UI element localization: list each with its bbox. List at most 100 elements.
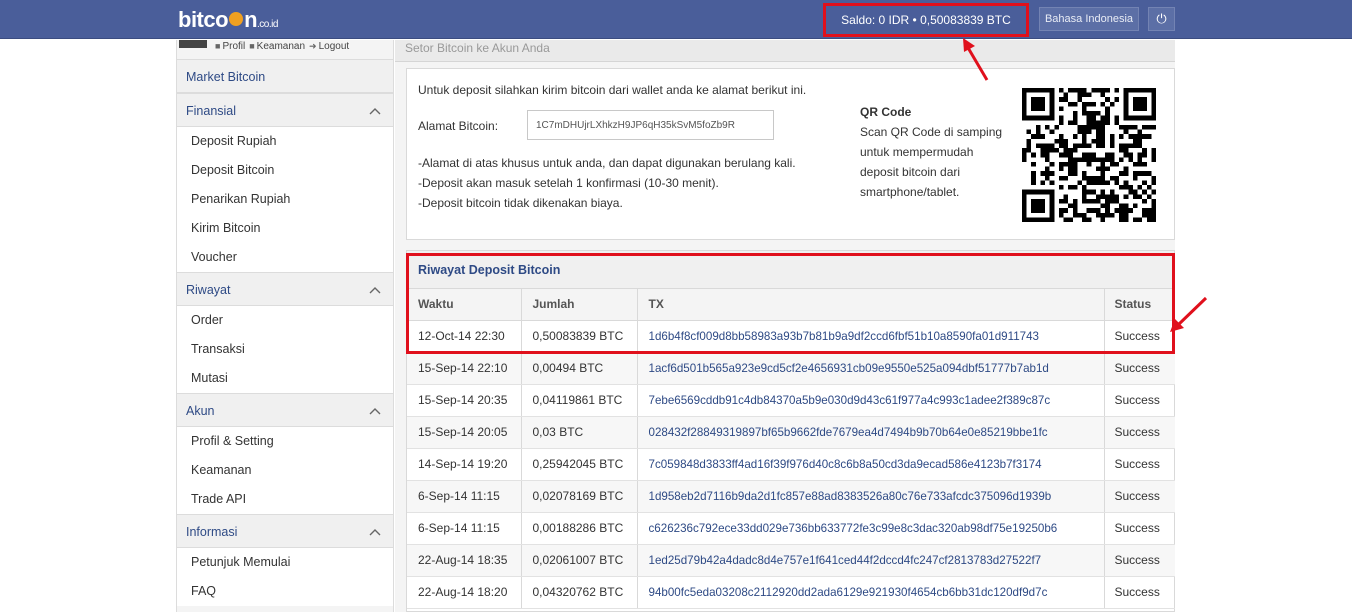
sidebar-section-finansial[interactable]: Finansial — [177, 93, 393, 127]
col-waktu[interactable]: Waktu — [407, 289, 522, 321]
cell-status: Success — [1104, 416, 1175, 449]
sidebar-item[interactable]: Deposit Rupiah — [177, 127, 393, 156]
deposit-history-panel: Riwayat Deposit Bitcoin Waktu Jumlah TX … — [406, 250, 1175, 612]
sidebar-item[interactable]: Voucher — [177, 243, 393, 272]
logo-text-end: n — [244, 7, 258, 32]
sidebar-list: Petunjuk Memulai FAQ — [177, 548, 393, 606]
cell-status: Success — [1104, 448, 1175, 481]
chevron-up-icon[interactable] — [369, 273, 381, 307]
col-status[interactable]: Status — [1104, 289, 1175, 321]
cell-tx[interactable]: c626236c792ece33dd029e736bb633772fe3c99e… — [637, 512, 1105, 545]
sidebar-section-informasi[interactable]: Informasi — [177, 514, 393, 548]
sidebar-section-label: Riwayat — [186, 283, 231, 297]
top-navbar: bitco n.co.id Saldo: 0 IDR • 0,50083839 B… — [0, 0, 1352, 39]
note-1: -Alamat di atas khusus untuk anda, dan d… — [418, 156, 796, 170]
sidebar-market-bitcoin[interactable]: Market Bitcoin — [177, 59, 393, 93]
cell-jumlah: 0,00188286 BTC — [521, 512, 638, 545]
table-row: 15-Sep-14 22:10 0,00494 BTC 1acf6d501b565a… — [407, 352, 1175, 385]
logout-link[interactable]: Logout — [319, 41, 350, 52]
cell-waktu: 15-Sep-14 22:10 — [407, 352, 522, 385]
sidebar-sections: Finansial Deposit Rupiah Deposit Bitcoin Pe… — [177, 93, 393, 606]
sidebar-item[interactable]: Deposit Bitcoin — [177, 156, 393, 185]
sidebar-section-label: Informasi — [186, 525, 238, 539]
sidebar-item[interactable]: Mutasi — [177, 364, 393, 393]
table-row: 14-Sep-14 19:20 0,25942045 BTC 7c059848d38… — [407, 448, 1175, 481]
cell-jumlah: 0,04320762 BTC — [521, 576, 638, 609]
table-row: 6-Sep-14 11:15 0,02078169 BTC 1d958eb2d711… — [407, 480, 1175, 513]
cell-tx[interactable]: 1d6b4f8cf009d8bb58983a93b7b81b9a9df2ccd6… — [637, 320, 1105, 353]
cell-status: Success — [1104, 512, 1175, 545]
logo-tld: .co.id — [257, 19, 278, 30]
cell-status: Success — [1104, 576, 1175, 609]
sidebar-item[interactable]: FAQ — [177, 577, 393, 606]
history-title: Riwayat Deposit Bitcoin — [407, 251, 1174, 289]
cell-tx[interactable]: 7ebe6569cddb91c4db84370a5b9e030d9d43c61f… — [637, 384, 1105, 417]
deposit-intro: Untuk deposit silahkan kirim bitcoin dar… — [418, 83, 807, 97]
cell-jumlah: 0,02078169 BTC — [521, 480, 638, 513]
note-2: -Deposit akan masuk setelah 1 konfirmasi… — [418, 176, 719, 190]
sidebar-list: Profil & Setting Keamanan Trade API — [177, 427, 393, 514]
col-jumlah[interactable]: Jumlah — [521, 289, 638, 321]
cell-tx[interactable]: 94b00fc5eda03208c2112920dd2ada6129e92193… — [637, 576, 1105, 609]
cell-tx[interactable]: 7c059848d3833ff4ad16f39f976d40c8c6b8a50c… — [637, 448, 1105, 481]
sidebar-item[interactable]: Trade API — [177, 485, 393, 514]
bitcoin-address-field[interactable] — [527, 110, 774, 140]
table-row: 12-Oct-14 22:30 0,50083839 BTC 1d6b4f8cf00… — [407, 320, 1175, 353]
cell-status: Success — [1104, 480, 1175, 513]
col-tx[interactable]: TX — [637, 289, 1105, 321]
sidebar-item[interactable]: Penarikan Rupiah — [177, 185, 393, 214]
qr-code-image — [1022, 88, 1156, 222]
power-icon: ⏻ — [1156, 11, 1167, 26]
keamanan-link[interactable]: Keamanan — [257, 41, 305, 52]
main-content: Setor Bitcoin ke Akun Anda Untuk deposit… — [395, 40, 1175, 612]
cell-tx[interactable]: 028432f28849319897bf65b9662fde7679ea4d74… — [637, 416, 1105, 449]
cell-waktu: 15-Sep-14 20:35 — [407, 384, 522, 417]
table-row: 15-Sep-14 20:35 0,04119861 BTC 7ebe6569cdd… — [407, 384, 1175, 417]
cell-waktu: 14-Sep-14 19:20 — [407, 448, 522, 481]
qr-line-2: untuk mempermudah — [860, 145, 974, 159]
cell-status: Success — [1104, 384, 1175, 417]
sidebar-item[interactable]: Transaksi — [177, 335, 393, 364]
sidebar-section-riwayat[interactable]: Riwayat — [177, 272, 393, 306]
chevron-up-icon[interactable] — [369, 94, 381, 128]
sidebar-item[interactable]: Profil & Setting — [177, 427, 393, 456]
history-table: Waktu Jumlah TX Status 12-Oct-14 22:30 0,… — [407, 289, 1175, 609]
cell-status: Success — [1104, 352, 1175, 385]
qr-line-4: smartphone/tablet. — [860, 185, 960, 199]
sidebar-item[interactable]: Kirim Bitcoin — [177, 214, 393, 243]
qr-description: QR Code Scan QR Code di samping untuk me… — [860, 102, 1002, 202]
sidebar-item[interactable]: Keamanan — [177, 456, 393, 485]
qr-title: QR Code — [860, 105, 912, 119]
cell-jumlah: 0,02061007 BTC — [521, 544, 638, 577]
avatar — [179, 40, 207, 48]
profil-link[interactable]: Profil — [222, 41, 245, 52]
cell-tx[interactable]: 1acf6d501b565a923e9cd5cf2e4656931cb09e95… — [637, 352, 1105, 385]
chevron-up-icon[interactable] — [369, 394, 381, 428]
cell-tx[interactable]: 1d958eb2d7116b9da2d1fc857e88ad8383526a80… — [637, 480, 1105, 513]
cell-jumlah: 0,04119861 BTC — [521, 384, 638, 417]
cell-waktu: 12-Oct-14 22:30 — [407, 320, 522, 353]
user-icon: ■ — [215, 41, 221, 51]
site-logo[interactable]: bitco n.co.id — [178, 7, 278, 33]
logout-power-button[interactable]: ⏻ — [1148, 7, 1175, 31]
lock-icon: ■ — [249, 41, 255, 51]
sidebar: ■ Profil ■ Keamanan ➜ Logout Market Bitcoin F… — [176, 40, 394, 612]
qr-line-1: Scan QR Code di samping — [860, 125, 1003, 139]
sidebar-list: Deposit Rupiah Deposit Bitcoin Penarikan R… — [177, 127, 393, 272]
logout-icon: ➜ — [309, 41, 317, 51]
qr-line-3: deposit bitcoin dari — [860, 165, 961, 179]
language-button[interactable]: Bahasa Indonesia — [1039, 7, 1139, 31]
sidebar-item[interactable]: Order — [177, 306, 393, 335]
table-row: 22-Aug-14 18:20 0,04320762 BTC 94b00fc5eda… — [407, 576, 1175, 609]
sidebar-section-akun[interactable]: Akun — [177, 393, 393, 427]
cell-jumlah: 0,03 BTC — [521, 416, 638, 449]
user-bar: ■ Profil ■ Keamanan ➜ Logout — [177, 40, 393, 59]
chevron-up-icon[interactable] — [369, 515, 381, 549]
table-header-row: Waktu Jumlah TX Status — [407, 289, 1175, 321]
cell-tx[interactable]: 1ed25d79b42a4dadc8d4e757e1f641ced44f2dcc… — [637, 544, 1105, 577]
table-row: 22-Aug-14 18:35 0,02061007 BTC 1ed25d79b42… — [407, 544, 1175, 577]
cell-waktu: 22-Aug-14 18:20 — [407, 576, 522, 609]
cell-jumlah: 0,00494 BTC — [521, 352, 638, 385]
cell-waktu: 22-Aug-14 18:35 — [407, 544, 522, 577]
sidebar-item[interactable]: Petunjuk Memulai — [177, 548, 393, 577]
